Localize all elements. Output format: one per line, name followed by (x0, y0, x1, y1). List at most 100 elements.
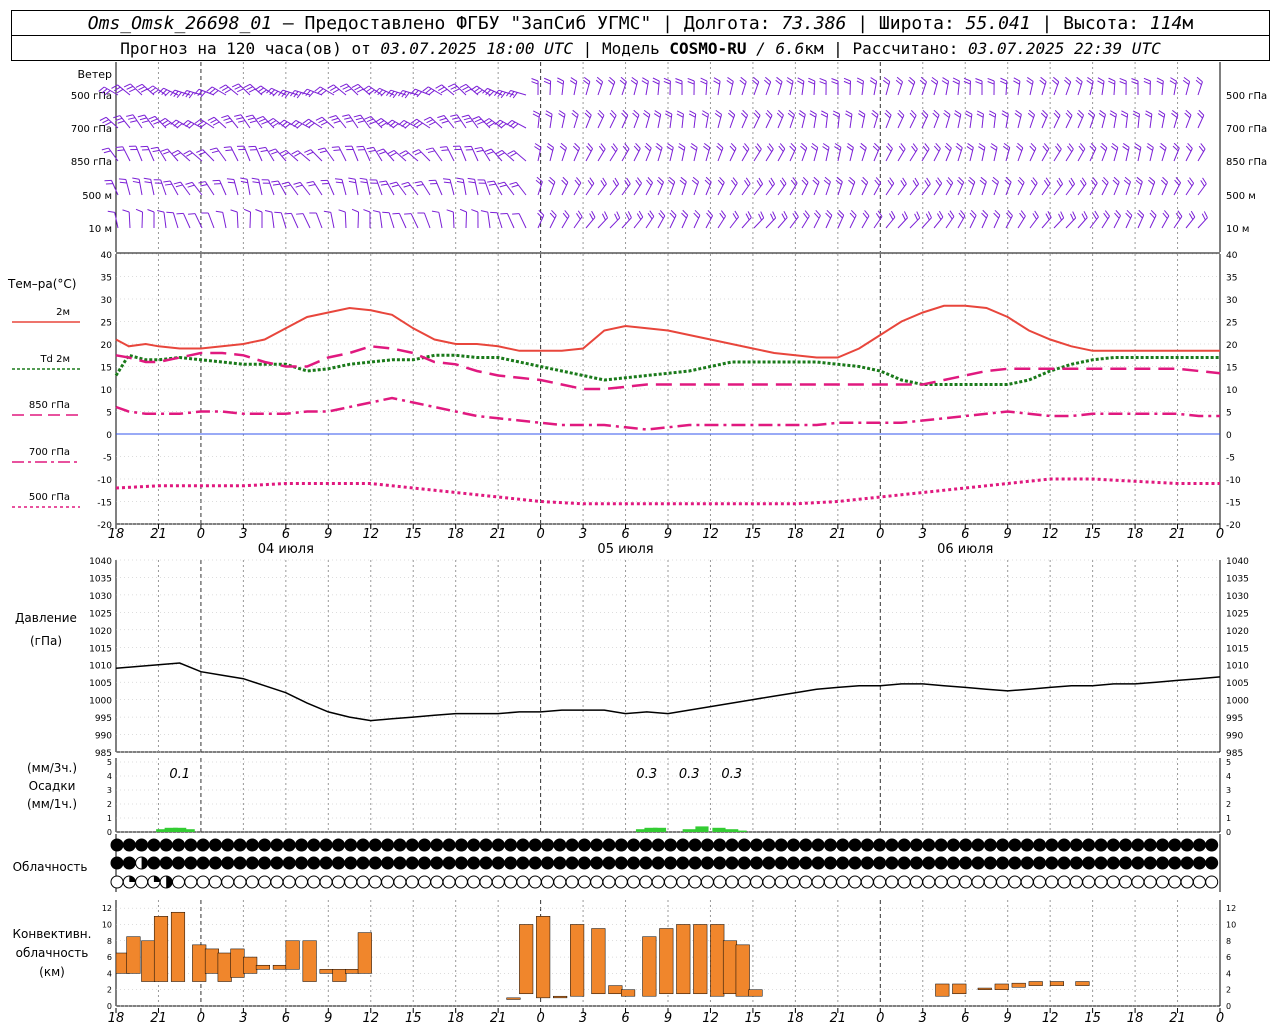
precip-bar (682, 829, 696, 832)
cloud-symbol (1119, 838, 1133, 852)
wind-barb (717, 176, 725, 196)
conv-title-3: (км) (39, 965, 65, 979)
wind-barb (364, 115, 383, 129)
wind-barb (147, 209, 155, 229)
wind-barb (194, 88, 215, 98)
wind-barb (885, 177, 895, 196)
cloud-symbol (516, 856, 530, 870)
wind-barb (1097, 77, 1105, 96)
time-tick-label: 15 (745, 527, 762, 542)
conv-tick-right: 2 (1226, 986, 1231, 995)
precip-tick-left: 4 (107, 772, 112, 781)
cloud-symbol (774, 856, 788, 870)
wind-barb (459, 83, 479, 96)
conv-tick-left: 0 (107, 1002, 112, 1011)
cloud-symbol (135, 875, 149, 889)
cloud-symbol (873, 856, 887, 870)
wind-barb (1113, 210, 1121, 229)
cloud-symbol (208, 856, 222, 870)
wind-barb (909, 177, 920, 196)
wind-barb (1040, 109, 1048, 129)
wind-barb (897, 109, 905, 129)
wind-barb (1135, 176, 1143, 196)
wind-barb (954, 110, 962, 129)
wind-barb (975, 78, 983, 96)
cloud-symbol (491, 875, 505, 889)
temp-tick-left: -20 (97, 521, 112, 531)
wind-barb (111, 84, 131, 96)
cloud-symbol (750, 856, 764, 870)
wind-barb (957, 210, 966, 229)
cloud-symbol (442, 838, 456, 852)
cloud-symbol (971, 875, 985, 889)
conv-bar (710, 924, 725, 997)
wind-barb (428, 179, 443, 196)
wind-barb (1053, 143, 1062, 162)
cloud-symbol (1205, 875, 1219, 889)
wind-barb (439, 146, 455, 162)
conv-bar (693, 924, 708, 995)
wind-barb (351, 83, 371, 96)
wind-barb (777, 143, 786, 162)
cloud-symbol (590, 856, 604, 870)
wind-barb (549, 209, 557, 229)
wind-barb (741, 109, 749, 129)
cloud-symbol (368, 838, 382, 852)
cloud-symbol (897, 856, 911, 870)
wind-barb (632, 109, 640, 129)
pressure-title: Давление (15, 611, 77, 625)
cloud-symbol (614, 856, 628, 870)
wind-barb (480, 210, 491, 229)
wind-barb (921, 211, 932, 229)
cloud-symbol (504, 856, 518, 870)
pressure-tick-left: 1030 (89, 592, 112, 602)
wind-barb (653, 110, 662, 129)
wind-barb (212, 179, 227, 196)
cloud-symbol (639, 856, 653, 870)
conv-bar (243, 956, 258, 974)
cloud-symbol (307, 838, 321, 852)
wind-barb (808, 77, 816, 96)
wind-barb (819, 77, 827, 96)
conv-tick-left: 12 (102, 904, 112, 913)
time-tick-label: 12 (702, 527, 719, 542)
wind-barb (978, 143, 986, 162)
cloud-symbol (1069, 856, 1083, 870)
wind-barb (531, 78, 539, 96)
wind-barb (1065, 177, 1075, 196)
wind-barb (302, 118, 323, 129)
temp-tick-right: 5 (1226, 409, 1232, 419)
cloud-symbol (565, 838, 579, 852)
cloud-symbol (627, 856, 641, 870)
wind-barb (798, 110, 806, 129)
wind-barb (230, 209, 239, 229)
wind-barb (609, 143, 618, 162)
cloud-symbol (147, 875, 161, 889)
cloud-symbol (479, 856, 493, 870)
cloud-symbol (504, 875, 518, 889)
wind-barb (765, 109, 773, 129)
cloud-symbol (577, 838, 591, 852)
day-label: 06 июля (937, 542, 993, 557)
wind-barb (810, 142, 819, 162)
time-tick-label: 9 (324, 527, 332, 542)
cloud-symbol (196, 838, 210, 852)
wind-barb (688, 110, 697, 129)
conv-bar (153, 916, 169, 982)
cloud-symbol (614, 838, 628, 852)
wind-barb (1000, 77, 1008, 96)
conv-title-1: Конвективн. (13, 927, 92, 941)
wind-barb (561, 210, 570, 229)
wind-barb (1089, 177, 1098, 196)
cloud-symbol (996, 875, 1010, 889)
wind-barb (656, 176, 664, 196)
wind-barb (1119, 77, 1127, 96)
cloud-symbol (418, 875, 431, 889)
wind-barb (820, 110, 829, 129)
cloud-symbol (873, 838, 887, 852)
wind-barb (955, 142, 963, 162)
cloud-symbol (159, 875, 173, 889)
cloud-symbol (295, 875, 308, 889)
wind-barb (183, 150, 203, 162)
conv-bar (285, 940, 300, 970)
